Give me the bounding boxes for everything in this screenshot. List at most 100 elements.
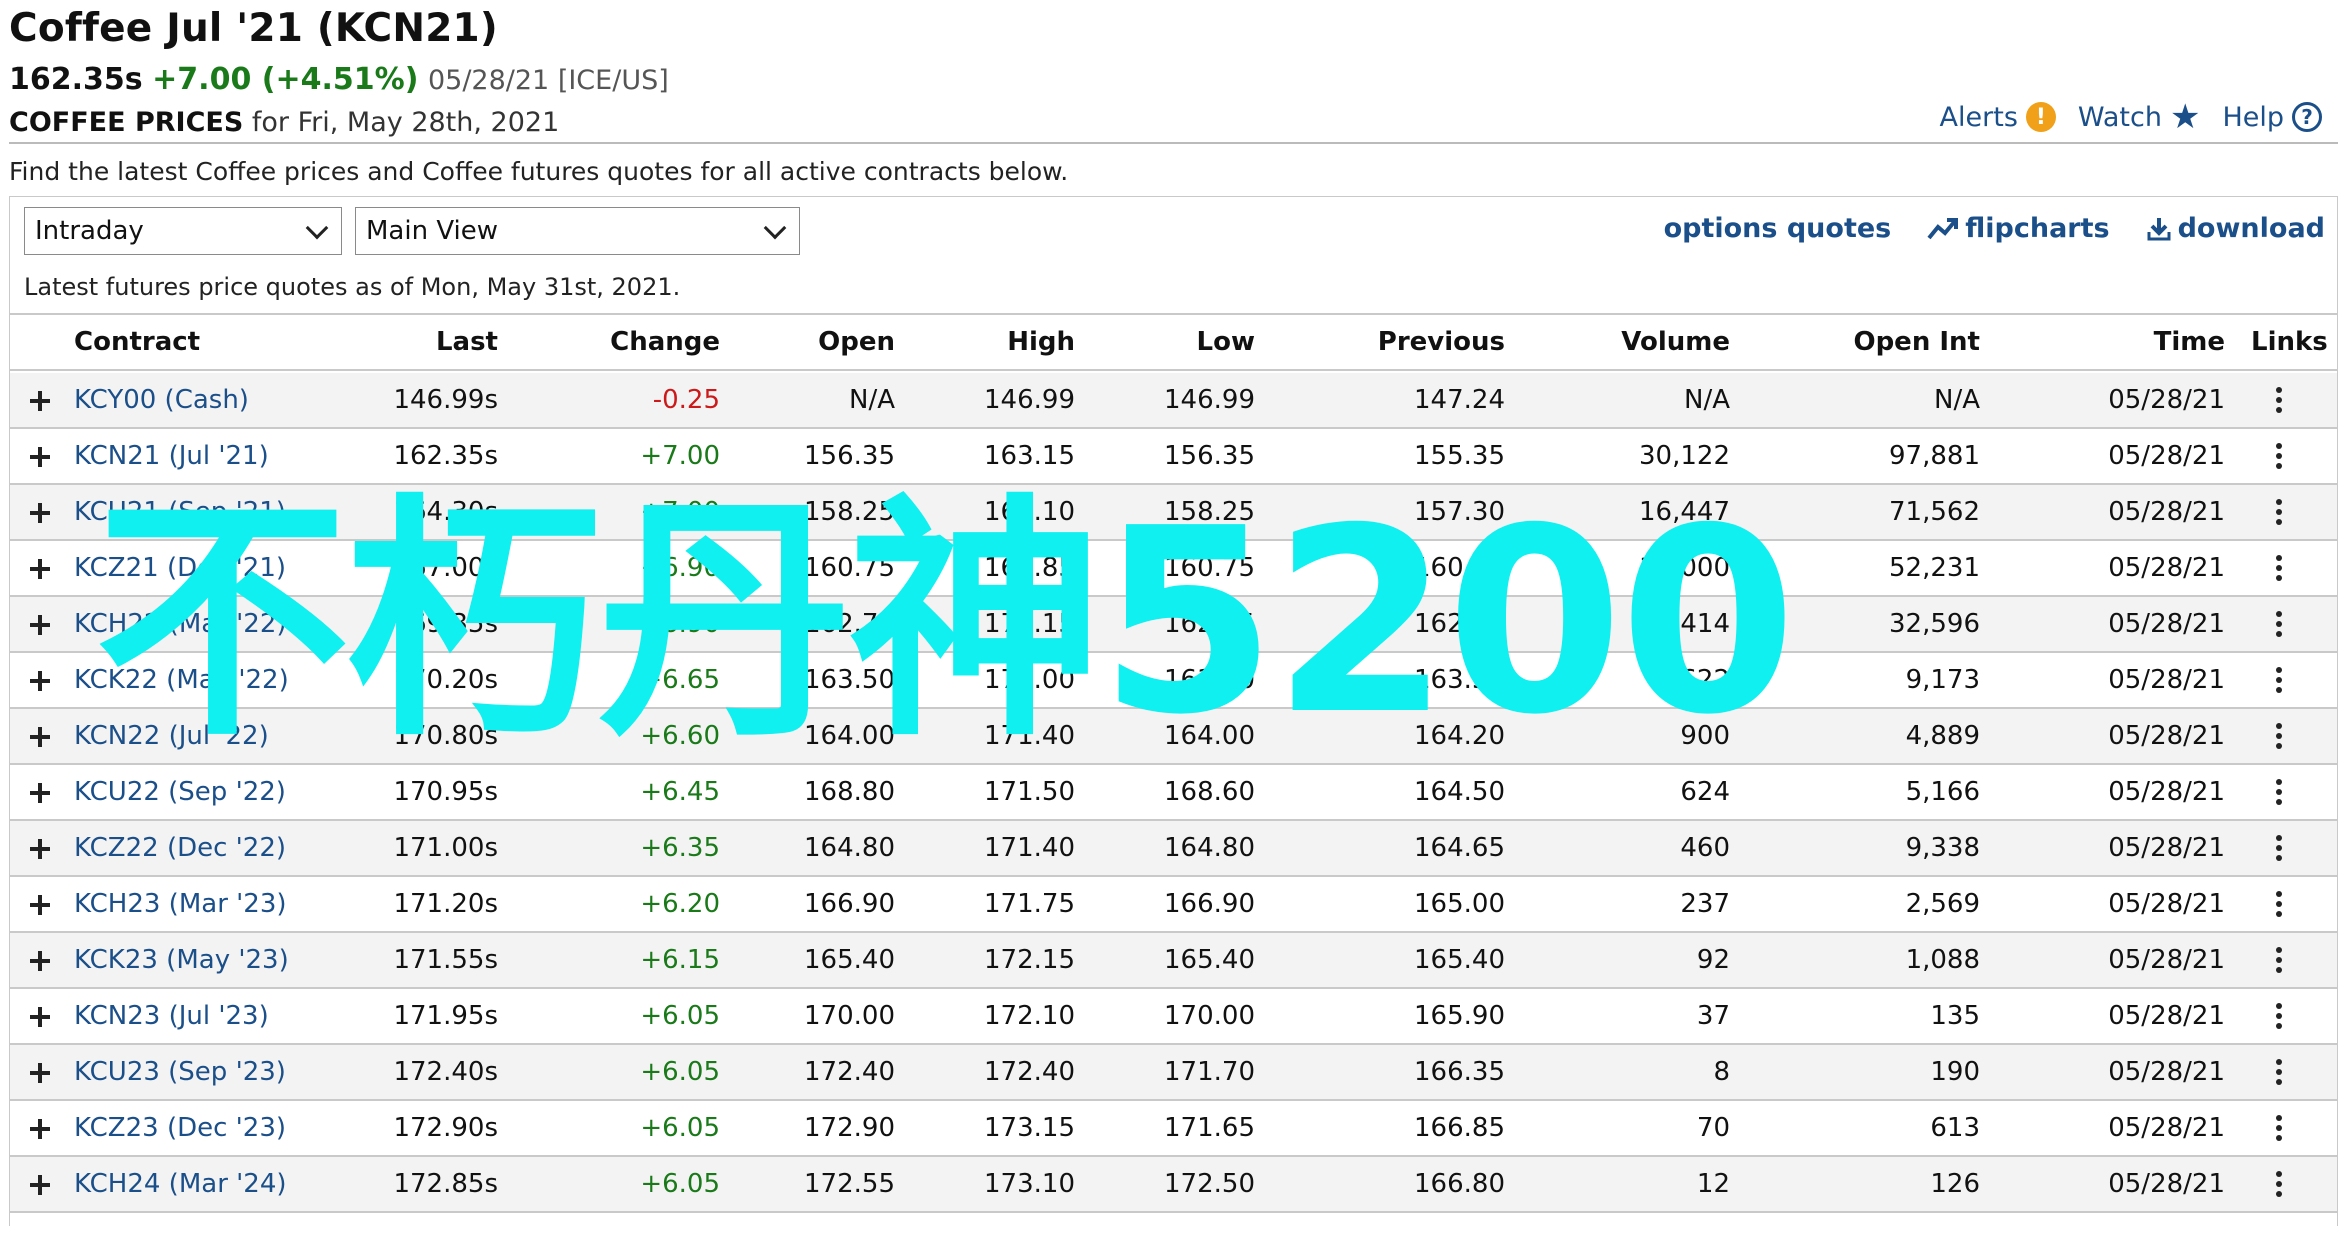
col-high[interactable]: High xyxy=(910,315,1075,369)
more-options-icon[interactable] xyxy=(2276,1003,2282,1031)
contract-link[interactable]: KCZ23 (Dec '23) xyxy=(74,1101,286,1155)
contract-link[interactable]: KCN23 (Jul '23) xyxy=(74,989,269,1043)
help-link[interactable]: Help ? xyxy=(2222,102,2322,133)
more-options-icon[interactable] xyxy=(2276,555,2282,583)
contract-link[interactable]: KCU22 (Sep '22) xyxy=(74,765,286,819)
more-options-icon[interactable] xyxy=(2276,443,2282,471)
flipcharts-link[interactable]: flipcharts xyxy=(1927,213,2110,244)
more-options-icon[interactable] xyxy=(2276,947,2282,975)
contract-link[interactable]: KCN22 (Jul '22) xyxy=(74,709,269,763)
period-select[interactable]: Intraday xyxy=(24,207,342,255)
expand-plus-icon[interactable] xyxy=(30,1063,50,1083)
cell-change: +6.65 xyxy=(640,665,720,695)
more-options-icon[interactable] xyxy=(2276,891,2282,919)
contract-link[interactable]: KCU23 (Sep '23) xyxy=(74,1045,286,1099)
contract-link[interactable]: KCK22 (May '22) xyxy=(74,653,289,707)
cell-time: 05/28/21 xyxy=(2108,385,2225,415)
more-options-icon[interactable] xyxy=(2276,779,2282,807)
col-contract[interactable]: Contract xyxy=(74,315,200,369)
expand-plus-icon[interactable] xyxy=(30,783,50,803)
expand-plus-icon[interactable] xyxy=(30,951,50,971)
table-row: KCH23 (Mar '23) 171.20s +6.20 166.90 171.75 1… xyxy=(10,877,2337,933)
expand-plus-icon[interactable] xyxy=(30,895,50,915)
page: Coffee Jul '21 (KCN21) 162.35s +7.00 (+4… xyxy=(0,0,2346,1238)
col-previous[interactable]: Previous xyxy=(1310,315,1505,369)
cell-volume: 10,000 xyxy=(1639,553,1730,583)
top-links: Alerts ! Watch ★ Help ? xyxy=(1940,100,2322,134)
watch-link[interactable]: Watch ★ xyxy=(2078,100,2201,134)
expand-plus-icon[interactable] xyxy=(30,839,50,859)
cell-last: 172.90s xyxy=(393,1113,498,1143)
cell-previous: 163.50 xyxy=(1414,665,1505,695)
col-volume[interactable]: Volume xyxy=(1540,315,1730,369)
cell-high: 146.99 xyxy=(984,385,1075,415)
expand-plus-icon[interactable] xyxy=(30,727,50,747)
page-description: Find the latest Coffee prices and Coffee… xyxy=(9,157,1069,186)
more-options-icon[interactable] xyxy=(2276,835,2282,863)
cell-low: 164.00 xyxy=(1164,721,1255,751)
more-options-icon[interactable] xyxy=(2276,723,2282,751)
contract-link[interactable]: KCZ21 (Dec '21) xyxy=(74,541,286,595)
watch-label: Watch xyxy=(2077,101,2162,133)
download-link[interactable]: download xyxy=(2146,213,2325,244)
cell-previous: 164.50 xyxy=(1414,777,1505,807)
cell-time: 05/28/21 xyxy=(2108,833,2225,863)
cell-last: 171.00s xyxy=(393,833,498,863)
col-low[interactable]: Low xyxy=(1090,315,1255,369)
cell-time: 05/28/21 xyxy=(2108,553,2225,583)
expand-plus-icon[interactable] xyxy=(30,615,50,635)
cell-low: 165.40 xyxy=(1164,945,1255,975)
cell-volume: 12 xyxy=(1696,1169,1730,1199)
expand-plus-icon[interactable] xyxy=(30,503,50,523)
more-options-icon[interactable] xyxy=(2276,499,2282,527)
cell-volume: 237 xyxy=(1680,889,1730,919)
expand-plus-icon[interactable] xyxy=(30,671,50,691)
more-options-icon[interactable] xyxy=(2276,1171,2282,1199)
expand-plus-icon[interactable] xyxy=(30,391,50,411)
alerts-link[interactable]: Alerts ! xyxy=(1940,102,2056,133)
cell-last: 170.80s xyxy=(393,721,498,751)
cell-last: 146.99s xyxy=(393,385,498,415)
contract-link[interactable]: KCZ22 (Dec '22) xyxy=(74,821,286,875)
cell-open-int: 9,173 xyxy=(1905,665,1980,695)
cell-last: 167.00s xyxy=(393,553,498,583)
cell-high: 172.15 xyxy=(984,945,1075,975)
table-row: KCH24 (Mar '24) 172.85s +6.05 172.55 173.10 1… xyxy=(10,1157,2337,1213)
col-change[interactable]: Change xyxy=(520,315,720,369)
table-row: KCN21 (Jul '21) 162.35s +7.00 156.35 163.15 1… xyxy=(10,429,2337,485)
more-options-icon[interactable] xyxy=(2276,667,2282,695)
cell-change: +6.90 xyxy=(640,609,720,639)
cell-open-int: N/A xyxy=(1934,385,1980,415)
expand-plus-icon[interactable] xyxy=(30,1175,50,1195)
expand-plus-icon[interactable] xyxy=(30,1007,50,1027)
col-open-int[interactable]: Open Int xyxy=(1780,315,1980,369)
options-quotes-link[interactable]: options quotes xyxy=(1664,213,1892,244)
expand-plus-icon[interactable] xyxy=(30,1119,50,1139)
contract-link[interactable]: KCK23 (May '23) xyxy=(74,933,289,987)
contract-link[interactable]: KCY00 (Cash) xyxy=(74,373,249,427)
contract-link[interactable]: KCH22 (Mar '22) xyxy=(74,597,287,651)
col-last[interactable]: Last xyxy=(310,315,498,369)
cell-previous: 162.45 xyxy=(1414,609,1505,639)
expand-plus-icon[interactable] xyxy=(30,559,50,579)
contract-link[interactable]: KCN21 (Jul '21) xyxy=(74,429,269,483)
expand-plus-icon[interactable] xyxy=(30,447,50,467)
contract-link[interactable]: KCH24 (Mar '24) xyxy=(74,1157,287,1211)
contract-link[interactable]: KCU21 (Sep '21) xyxy=(74,485,286,539)
more-options-icon[interactable] xyxy=(2276,611,2282,639)
col-links: Links xyxy=(2251,327,2328,357)
page-title: Coffee Jul '21 (KCN21) xyxy=(9,6,498,51)
more-options-icon[interactable] xyxy=(2276,1115,2282,1143)
view-select[interactable]: Main View xyxy=(355,207,800,255)
more-options-icon[interactable] xyxy=(2276,1059,2282,1087)
cell-volume: 624 xyxy=(1680,777,1730,807)
col-time[interactable]: Time xyxy=(2040,315,2225,369)
cell-open-int: 1,088 xyxy=(1905,945,1980,975)
cell-time: 05/28/21 xyxy=(2108,665,2225,695)
cell-low: 168.60 xyxy=(1164,777,1255,807)
contract-link[interactable]: KCH23 (Mar '23) xyxy=(74,877,287,931)
cell-volume: 900 xyxy=(1680,721,1730,751)
more-options-icon[interactable] xyxy=(2276,387,2282,415)
col-open[interactable]: Open xyxy=(730,315,895,369)
cell-volume: 37 xyxy=(1696,1001,1730,1031)
